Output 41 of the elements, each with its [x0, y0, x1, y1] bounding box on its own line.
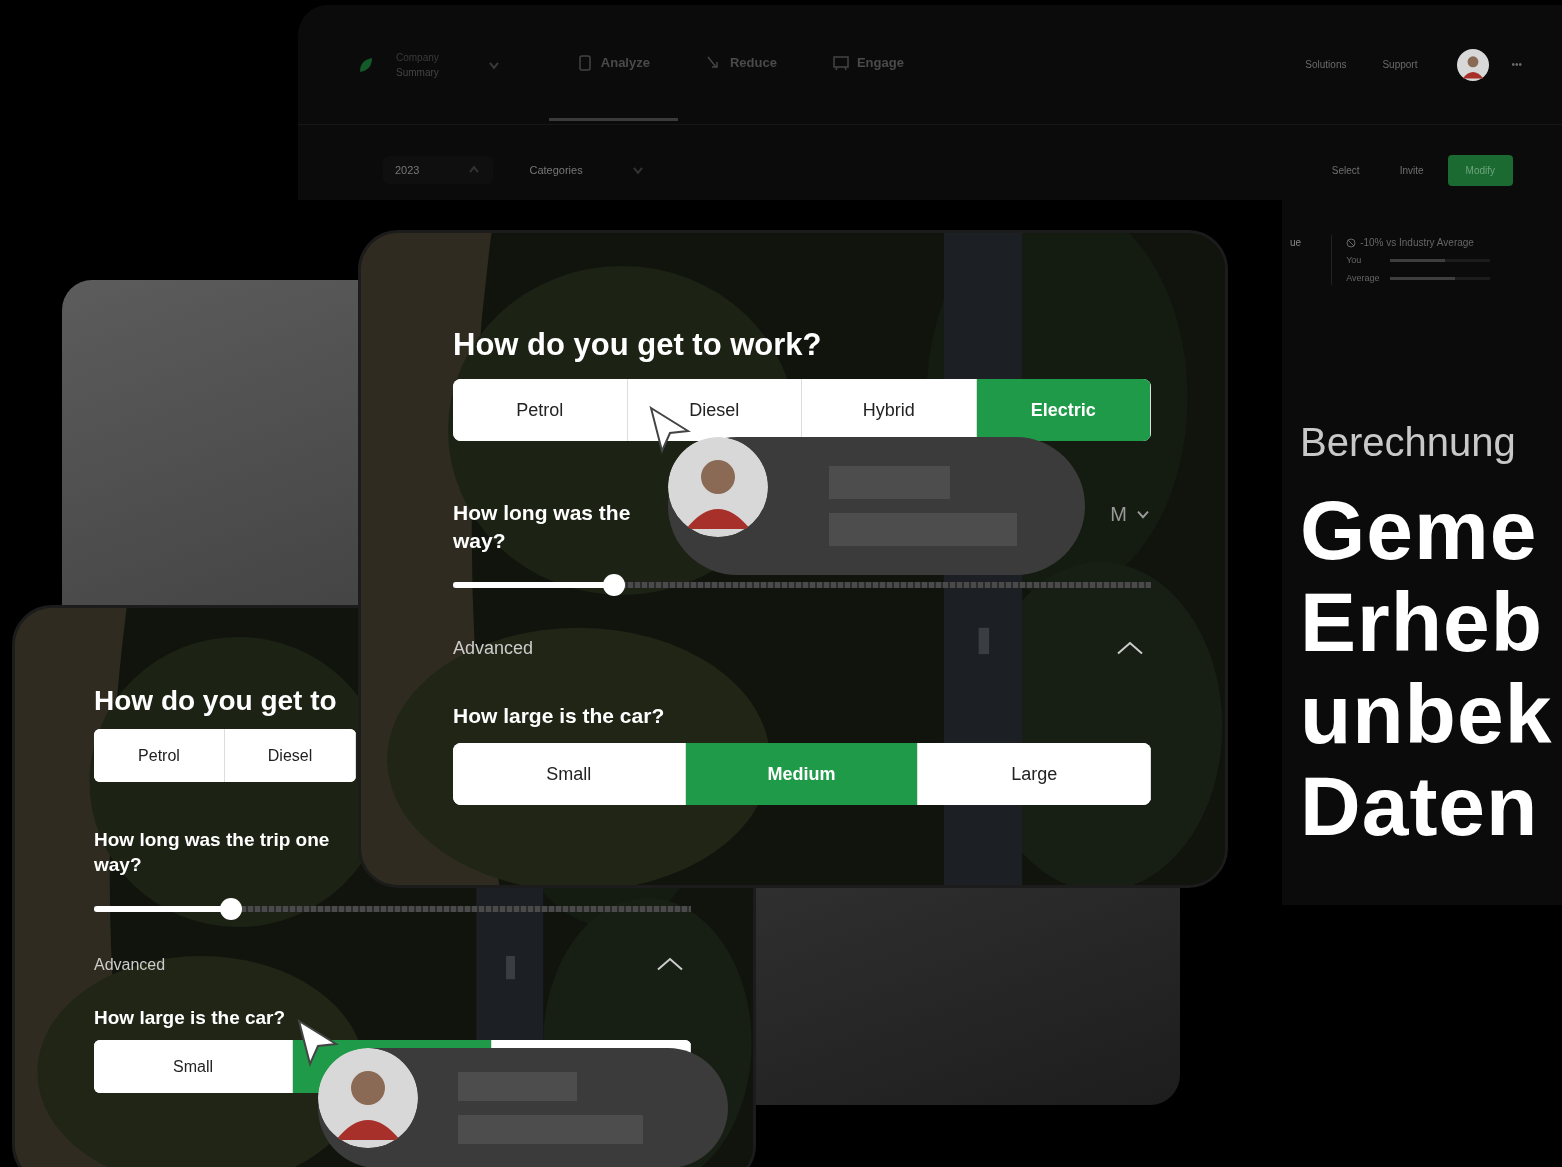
question-heading: How large is the car? [94, 1005, 286, 1030]
filter-dropdown[interactable]: 2023 [383, 155, 494, 185]
switcher-value: Summary [396, 65, 439, 80]
segment-option[interactable]: Electric [976, 379, 1151, 442]
question-heading: How do you get to [94, 684, 337, 718]
cursor-icon [296, 1018, 340, 1068]
gauge-icon [1346, 237, 1357, 248]
segment-option[interactable]: Small [453, 743, 686, 806]
leaf-icon [358, 55, 374, 74]
question-heading: How long was the way? [453, 500, 632, 554]
document-icon [576, 55, 593, 71]
segment-option[interactable]: Small [94, 1040, 293, 1094]
screen-icon [832, 55, 849, 71]
slider-thumb[interactable] [220, 897, 243, 920]
bar-label: Average [1346, 271, 1381, 285]
hero-heading: Geme Erheb unbek Daten [1300, 484, 1553, 852]
nav-tab[interactable]: Engage [804, 8, 932, 121]
nav-tab[interactable]: Analyze [548, 8, 678, 121]
advanced-toggle[interactable]: Advanced [453, 635, 534, 663]
action-button[interactable]: Select [1315, 154, 1376, 186]
segment-option[interactable]: Petrol [453, 379, 628, 442]
more-button[interactable]: ••• [1505, 56, 1528, 73]
segment-option[interactable]: Petrol [94, 729, 225, 783]
question-heading: How do you get to work? [453, 326, 822, 364]
advanced-toggle[interactable]: Advanced [94, 952, 166, 977]
filter-dropdown[interactable]: Categories [517, 155, 657, 185]
nav-tab[interactable]: Reduce [677, 8, 805, 121]
bar-label: You [1346, 254, 1363, 267]
nav-link[interactable]: Support [1376, 56, 1424, 73]
unit-dropdown[interactable]: M [1110, 499, 1151, 530]
segment-option[interactable]: Medium [685, 743, 919, 806]
comparison-title: -10% vs Industry Average [1360, 236, 1474, 250]
action-button[interactable]: Invite [1383, 154, 1440, 186]
avatar-icon[interactable] [1457, 48, 1490, 81]
action-button[interactable]: Modify [1447, 154, 1513, 186]
section-label: Berechnung [1300, 420, 1517, 464]
cursor-icon [648, 405, 692, 455]
column-header: ue [1290, 236, 1302, 250]
nav-link[interactable]: Solutions [1299, 56, 1353, 73]
question-heading: How large is the car? [453, 702, 665, 729]
question-heading: How long was the trip one way? [94, 828, 331, 878]
